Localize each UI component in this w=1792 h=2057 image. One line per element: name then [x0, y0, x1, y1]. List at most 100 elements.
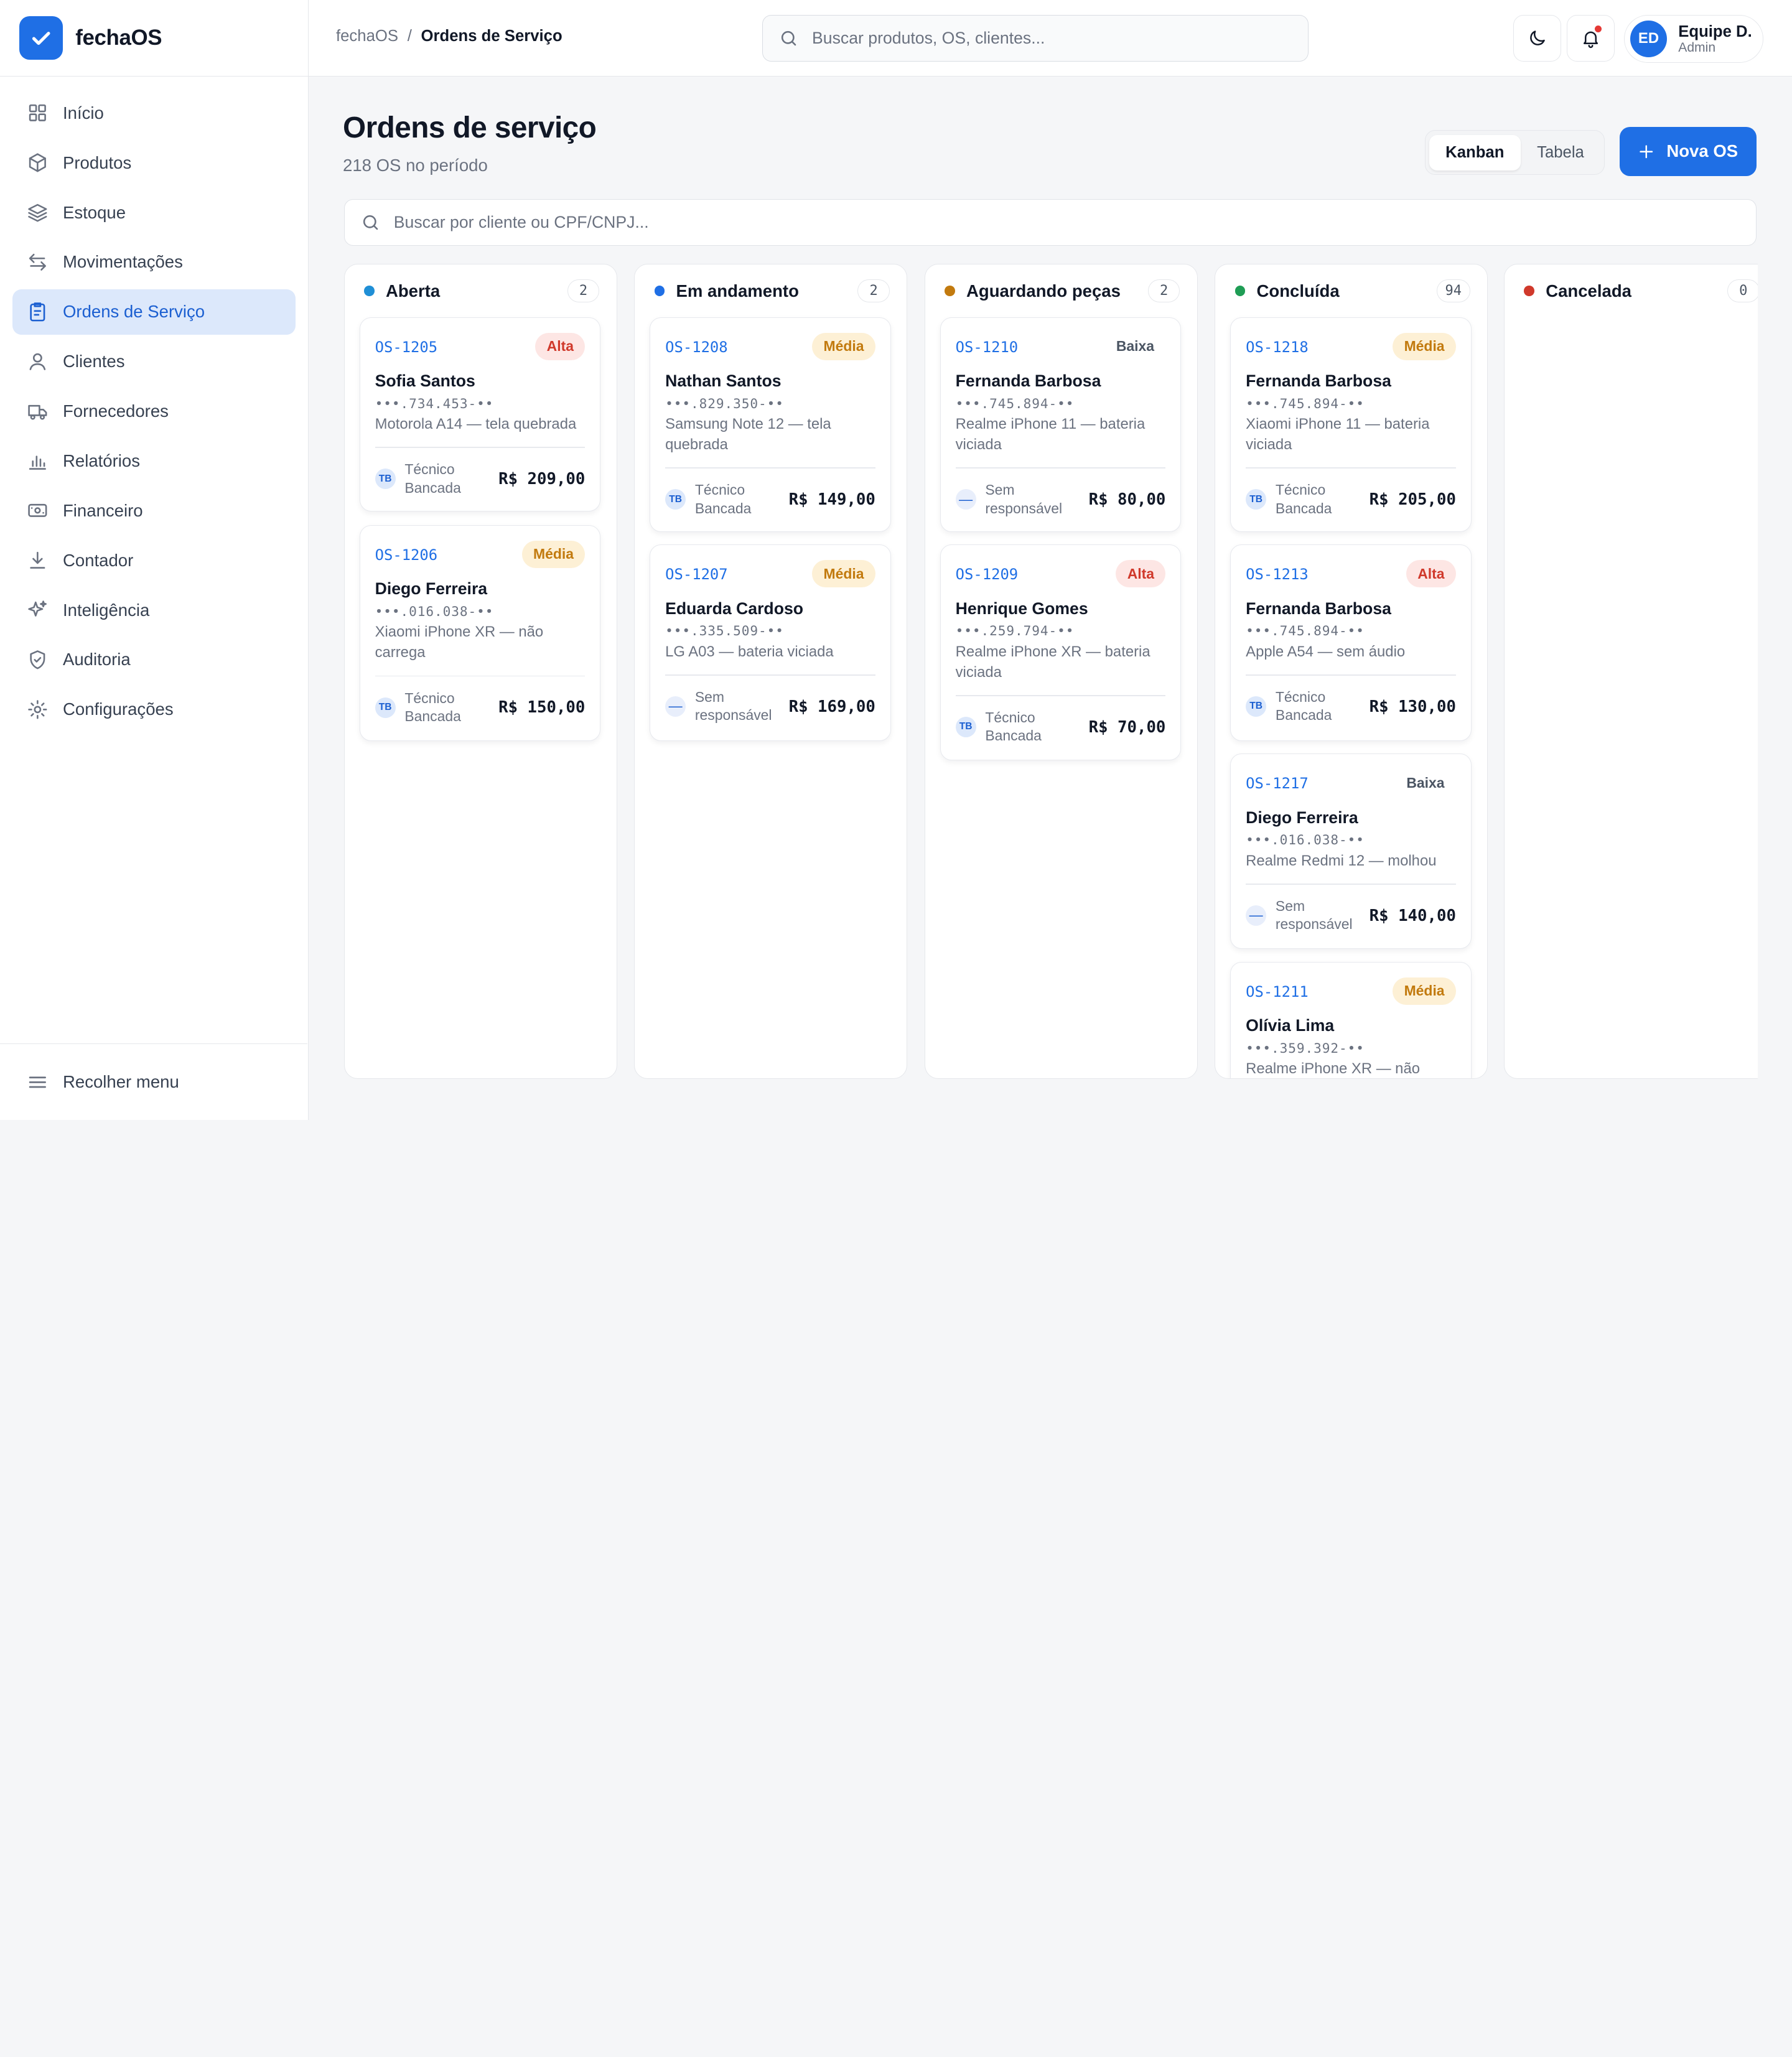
user-role: Admin — [1678, 40, 1716, 55]
client-doc: •••.016.038-•• — [1246, 832, 1365, 848]
view-toggle: Kanban Tabela — [1425, 130, 1605, 175]
column-cancelada: Cancelada 0 — [1504, 264, 1758, 1079]
sidebar-item-label: Movimentações — [62, 252, 183, 272]
column-title: Concluída — [1256, 281, 1340, 301]
os-card[interactable]: OS-1209 Alta Henrique Gomes •••.259.794-… — [940, 544, 1182, 761]
sidebar-item-inteligencia[interactable]: Inteligência — [12, 587, 296, 633]
priority-badge: Média — [812, 560, 875, 588]
os-card[interactable]: OS-1206 Média Diego Ferreira •••.016.038… — [359, 525, 601, 742]
sidebar-item-fornecedores[interactable]: Fornecedores — [12, 388, 296, 434]
shield-check-icon — [30, 650, 45, 669]
technician-avatar: TB — [375, 469, 396, 490]
technician-avatar: — — [1246, 905, 1267, 926]
kanban-board: Aberta 2 OS-1205 Alta Sofia Santos •••.7… — [343, 264, 1758, 1080]
card-divider — [375, 447, 586, 449]
os-price: R$ 80,00 — [1088, 490, 1166, 510]
user-menu[interactable]: ED Equipe D. Admin — [1623, 14, 1763, 63]
status-dot — [364, 286, 375, 296]
technician: — Sem responsável — [955, 481, 1065, 518]
collapse-menu-button[interactable]: Recolher menu — [0, 1043, 308, 1120]
os-card[interactable]: OS-1217 Baixa Diego Ferreira •••.016.038… — [1230, 753, 1472, 949]
technician-name: Sem responsável — [1275, 897, 1353, 933]
sidebar-item-clientes[interactable]: Clientes — [12, 338, 296, 384]
global-search-input[interactable]: Buscar produtos, OS, clientes... — [762, 14, 1309, 62]
avatar: ED — [1630, 21, 1667, 57]
technician-avatar: TB — [955, 716, 976, 737]
top-header: fechaOS / Ordens de Serviço Buscar produ… — [308, 0, 1792, 77]
client-name: Diego Ferreira — [1246, 808, 1358, 827]
menu-icon — [29, 1076, 47, 1088]
new-os-button[interactable]: Nova OS — [1619, 126, 1757, 176]
technician: — Sem responsável — [665, 688, 775, 725]
column-aberta: Aberta 2 OS-1205 Alta Sofia Santos •••.7… — [343, 264, 617, 1079]
sidebar-item-configuracoes[interactable]: Configurações — [12, 687, 296, 732]
os-card[interactable]: OS-1210 Baixa Fernanda Barbosa •••.745.8… — [940, 317, 1182, 533]
device-issue: Motorola A14 — tela quebrada — [375, 416, 577, 433]
priority-badge: Média — [812, 332, 875, 360]
os-card[interactable]: OS-1218 Média Fernanda Barbosa •••.745.8… — [1230, 317, 1472, 533]
brand[interactable]: fechaOS — [0, 0, 308, 77]
os-code: OS-1210 — [955, 338, 1019, 356]
client-doc: •••.745.894-•• — [955, 395, 1075, 411]
client-name: Nathan Santos — [665, 371, 782, 391]
sidebar-item-movimentacoes[interactable]: Movimentações — [12, 240, 296, 285]
sidebar-item-label: Relatórios — [62, 450, 140, 470]
client-name: Sofia Santos — [375, 371, 475, 391]
breadcrumb-root[interactable]: fechaOS — [336, 27, 398, 45]
os-card[interactable]: OS-1211 Média Olívia Lima •••.359.392-••… — [1230, 961, 1472, 1078]
os-card[interactable]: OS-1213 Alta Fernanda Barbosa •••.745.89… — [1230, 544, 1472, 742]
sidebar-item-contador[interactable]: Contador — [12, 538, 296, 583]
technician-name: Técnico Bancada — [1275, 482, 1332, 516]
view-kanban-tab[interactable]: Kanban — [1429, 134, 1521, 170]
client-search-input[interactable]: Buscar por cliente ou CPF/CNPJ... — [343, 198, 1757, 246]
technician-name: Sem responsável — [694, 688, 772, 724]
view-tabela-tab[interactable]: Tabela — [1521, 135, 1601, 170]
client-name: Henrique Gomes — [955, 599, 1088, 618]
os-card[interactable]: OS-1207 Média Eduarda Cardoso •••.335.50… — [650, 544, 891, 742]
sidebar-item-estoque[interactable]: Estoque — [12, 190, 296, 235]
os-card[interactable]: OS-1208 Média Nathan Santos •••.829.350-… — [650, 317, 891, 533]
sidebar-item-ordens-de-servico[interactable]: Ordens de Serviço — [12, 289, 296, 335]
client-doc: •••.335.509-•• — [665, 623, 784, 639]
priority-badge: Alta — [535, 332, 586, 360]
sidebar-item-label: Financeiro — [62, 500, 143, 520]
os-code: OS-1205 — [375, 338, 438, 356]
user-name: Equipe D. — [1678, 22, 1752, 40]
os-price: R$ 140,00 — [1369, 906, 1456, 925]
card-divider — [665, 674, 875, 676]
sidebar-item-auditoria[interactable]: Auditoria — [12, 637, 296, 683]
sidebar-item-produtos[interactable]: Produtos — [12, 140, 296, 185]
os-code: OS-1213 — [1246, 566, 1309, 584]
card-divider — [955, 467, 1166, 469]
os-code: OS-1211 — [1246, 982, 1309, 1001]
plus-icon — [1640, 144, 1653, 158]
device-issue: Apple A54 — sem áudio — [1246, 643, 1406, 660]
notifications-button[interactable] — [1567, 14, 1615, 62]
column-title: Aguardando peças — [966, 281, 1121, 301]
os-card[interactable]: OS-1205 Alta Sofia Santos •••.734.453-••… — [359, 317, 601, 511]
technician-name: Técnico Bancada — [985, 709, 1042, 744]
card-divider — [1246, 883, 1456, 885]
column-count: 0 — [1727, 279, 1758, 302]
client-doc: •••.359.392-•• — [1246, 1040, 1365, 1056]
device-issue: Realme iPhone XR — não — [1246, 1060, 1420, 1077]
technician: TB Técnico Bancada — [375, 460, 485, 497]
sidebar-item-inicio[interactable]: Início — [12, 90, 296, 136]
os-code: OS-1218 — [1246, 338, 1309, 356]
arrows-icon — [29, 253, 47, 271]
device-issue: Samsung Note 12 — tela quebrada — [665, 416, 831, 454]
sidebar-item-financeiro[interactable]: Financeiro — [12, 488, 296, 533]
technician: TB Técnico Bancada — [665, 481, 775, 518]
clipboard-icon — [30, 302, 45, 322]
sidebar-item-relatorios[interactable]: Relatórios — [12, 438, 296, 483]
moon-icon — [1530, 30, 1545, 45]
theme-toggle-button[interactable] — [1513, 14, 1561, 62]
os-code: OS-1207 — [665, 566, 728, 584]
technician: TB Técnico Bancada — [955, 709, 1065, 745]
status-dot — [1524, 286, 1534, 296]
card-divider — [955, 694, 1166, 696]
status-dot — [654, 286, 665, 296]
column-title: Em andamento — [676, 281, 799, 301]
technician-avatar: TB — [665, 489, 686, 510]
breadcrumb-separator: / — [407, 27, 412, 45]
